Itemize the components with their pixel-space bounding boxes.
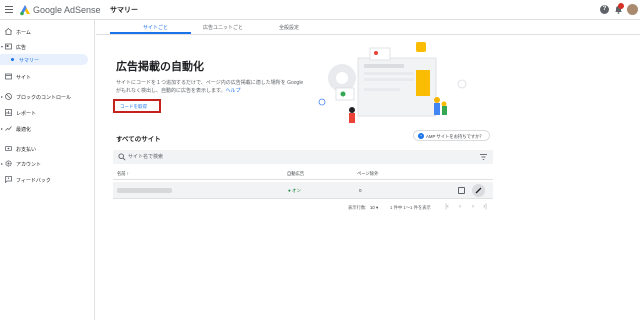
description-line-2: がもれなく検出し、自動的に広告を表示します。 xyxy=(116,88,226,94)
search-input[interactable] xyxy=(128,152,328,162)
dot-icon xyxy=(11,58,14,61)
sidebar: ホーム ▾ 広告 サマリー サイト ▸ ブロックのコントロール レポート ▸ 最… xyxy=(0,20,95,320)
top-bar: Google AdSense サマリー ? xyxy=(0,0,640,20)
help-link[interactable]: ヘルプ xyxy=(226,88,241,94)
sidebar-item-label: 最適化 xyxy=(16,127,32,133)
sidebar-item-label: フィードバック xyxy=(16,178,51,184)
column-page-exclusions-header: ページ除外 xyxy=(357,171,379,176)
feedback-icon xyxy=(5,176,12,183)
site-search-bar[interactable] xyxy=(113,150,493,164)
next-page-icon[interactable]: › xyxy=(469,203,477,212)
sidebar-item-optimize[interactable]: ▸ 最適化 xyxy=(0,123,95,134)
adsense-logo-icon xyxy=(20,5,30,16)
auto-ads-description: サイトにコードを１つ追加するだけで、ページ内の広告掲載に適した場所を Googl… xyxy=(116,79,316,95)
preview-icon[interactable] xyxy=(458,187,465,194)
notification-badge xyxy=(618,3,624,9)
auto-ads-status: ● オン xyxy=(288,188,301,193)
chevron-right-icon: ▸ xyxy=(1,94,4,99)
tab-global-settings[interactable]: 全般設定 xyxy=(279,24,299,31)
payments-icon xyxy=(5,146,12,151)
sidebar-item-label: ブロックのコントロール xyxy=(16,95,72,101)
home-icon xyxy=(5,28,12,35)
amp-sites-button[interactable]: + AMP サイトをお持ちですか？ xyxy=(413,130,490,141)
pencil-icon xyxy=(475,187,482,194)
brand-name: Google AdSense xyxy=(33,5,101,15)
add-icon: + xyxy=(418,133,424,139)
prev-page-icon[interactable]: ‹ xyxy=(456,203,464,212)
sidebar-item-reports[interactable]: レポート xyxy=(0,107,95,118)
help-icon[interactable]: ? xyxy=(600,5,609,14)
rows-per-page-label: 表示行数: xyxy=(348,205,367,210)
sidebar-item-label: お支払い xyxy=(16,147,37,153)
tab-by-site[interactable]: サイトごと xyxy=(143,24,168,31)
search-icon xyxy=(118,153,126,161)
auto-ads-title: 広告掲載の自動化 xyxy=(116,61,204,73)
sidebar-item-label: アカウント xyxy=(16,162,42,168)
block-icon xyxy=(5,93,12,100)
first-page-icon[interactable]: |‹ xyxy=(443,203,451,212)
auto-ads-illustration xyxy=(318,42,467,123)
sidebar-item-home[interactable]: ホーム xyxy=(0,26,95,37)
sidebar-item-payments[interactable]: お支払い xyxy=(0,143,95,154)
column-name-header[interactable]: 名前 ↑ xyxy=(117,171,129,177)
page-title: サマリー xyxy=(110,7,138,14)
chevron-right-icon: ▸ xyxy=(1,126,4,131)
sidebar-item-block-controls[interactable]: ▸ ブロックのコントロール xyxy=(0,91,95,102)
site-name-redacted xyxy=(117,188,172,193)
sidebar-item-label: サイト xyxy=(16,75,32,81)
gear-icon xyxy=(5,160,12,167)
filter-icon[interactable] xyxy=(480,154,487,160)
get-code-button[interactable]: コードを取得 xyxy=(113,99,161,113)
sidebar-item-label: 広告 xyxy=(16,45,27,51)
page-exclusions-count: 0 xyxy=(359,188,362,193)
avatar[interactable] xyxy=(627,4,638,15)
sidebar-item-feedback[interactable]: フィードバック xyxy=(0,174,95,185)
column-auto-ads-header: 自動広告 xyxy=(287,171,305,176)
reports-icon xyxy=(5,109,12,116)
chevron-down-icon: ▾ xyxy=(1,44,4,49)
ads-icon xyxy=(5,43,12,50)
chevron-right-icon: ▸ xyxy=(1,161,4,166)
pagination-range: 1 件中 1〜1 件を表示 xyxy=(390,205,431,210)
sidebar-item-label: ホーム xyxy=(16,30,31,36)
tab-by-ad-unit[interactable]: 広告ユニットごと xyxy=(203,24,243,31)
sidebar-item-label: サマリー xyxy=(19,58,40,64)
sidebar-item-ads[interactable]: ▾ 広告 xyxy=(0,41,95,52)
menu-icon[interactable] xyxy=(5,6,13,13)
description-line-1: サイトにコードを１つ追加するだけで、ページ内の広告掲載に適した場所を Googl… xyxy=(116,80,304,86)
table-header: 名前 ↑ 自動広告 ページ除外 xyxy=(113,168,493,180)
rows-per-page-select[interactable]: 10 ▾ xyxy=(370,205,378,211)
amp-sites-label: AMP サイトをお持ちですか？ xyxy=(426,133,484,139)
sites-icon xyxy=(5,73,12,80)
sidebar-item-account[interactable]: ▸ アカウント xyxy=(0,158,95,169)
edit-button[interactable] xyxy=(472,184,485,197)
last-page-icon[interactable]: ›| xyxy=(481,203,489,212)
tabs-divider xyxy=(96,34,640,35)
sidebar-item-sites[interactable]: サイト xyxy=(0,71,95,82)
table-row[interactable]: ● オン 0 xyxy=(113,182,493,199)
sidebar-item-label: レポート xyxy=(16,111,37,117)
optimize-icon xyxy=(5,126,12,131)
sidebar-item-summary[interactable]: サマリー xyxy=(0,54,88,65)
all-sites-title: すべてのサイト xyxy=(116,136,161,143)
get-code-label: コードを取得 xyxy=(120,104,147,109)
